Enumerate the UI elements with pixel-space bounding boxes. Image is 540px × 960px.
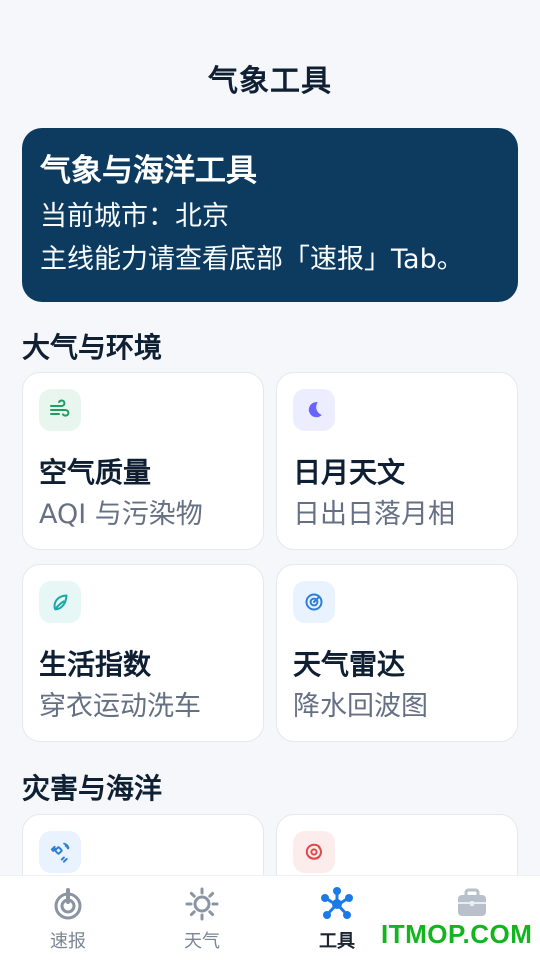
sun-icon bbox=[185, 887, 219, 921]
page-title: 气象工具 bbox=[208, 64, 332, 99]
briefcase-icon bbox=[458, 888, 486, 916]
section-title-air-environment: 大气与环境 bbox=[22, 331, 163, 364]
hero-tip-line: 主线能力请查看底部「速报」Tab。 bbox=[40, 244, 464, 275]
card-life-index[interactable]: 生活指数 穿衣运动洗车 bbox=[22, 564, 264, 742]
nav-label: 天气 bbox=[184, 931, 220, 952]
nav-item-tools[interactable]: 工具 bbox=[297, 886, 377, 956]
tools-page: 气象工具 气象与海洋工具 当前城市：北京 主线能力请查看底部「速报」Tab。 大… bbox=[0, 0, 540, 960]
nav-label: 速报 bbox=[50, 931, 86, 952]
hero-card: 气象与海洋工具 当前城市：北京 主线能力请查看底部「速报」Tab。 bbox=[22, 128, 518, 302]
nav-item-bulletin[interactable]: 速报 bbox=[28, 886, 108, 956]
typhoon-icon bbox=[293, 831, 335, 873]
card-subtitle: 降水回波图 bbox=[293, 691, 428, 722]
card-title: 空气质量 bbox=[39, 456, 152, 489]
card-title: 生活指数 bbox=[39, 648, 152, 681]
card-subtitle: AQI 与污染物 bbox=[39, 499, 203, 530]
section-title-disaster-ocean: 灾害与海洋 bbox=[22, 772, 163, 805]
watermark-text: ITMOP.COM bbox=[381, 919, 533, 949]
nav-label: 工具 bbox=[319, 931, 355, 952]
network-icon bbox=[321, 887, 353, 919]
card-title: 日月天文 bbox=[293, 456, 406, 489]
card-weather-radar[interactable]: 天气雷达 降水回波图 bbox=[276, 564, 518, 742]
card-astronomy[interactable]: 日月天文 日出日落月相 bbox=[276, 372, 518, 550]
bullseye-icon bbox=[54, 888, 82, 920]
top-bar: 气象工具 bbox=[0, 56, 540, 100]
satellite-icon bbox=[39, 831, 81, 873]
card-air-quality[interactable]: 空气质量 AQI 与污染物 bbox=[22, 372, 264, 550]
card-title: 天气雷达 bbox=[293, 648, 406, 681]
card-subtitle: 日出日落月相 bbox=[293, 499, 455, 530]
card-subtitle: 穿衣运动洗车 bbox=[39, 691, 201, 722]
wind-icon bbox=[39, 389, 81, 431]
hero-city-line: 当前城市：北京 bbox=[40, 201, 229, 232]
radar-icon bbox=[293, 581, 335, 623]
hero-title: 气象与海洋工具 bbox=[40, 153, 257, 189]
nav-item-weather[interactable]: 天气 bbox=[162, 886, 242, 956]
moon-icon bbox=[293, 389, 335, 431]
leaf-icon bbox=[39, 581, 81, 623]
